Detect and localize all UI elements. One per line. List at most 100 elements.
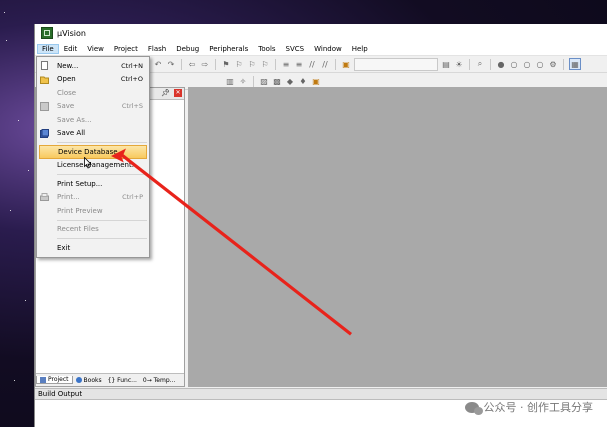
menu-view[interactable]: View	[82, 44, 109, 54]
menu-item-shortcut: Ctrl+P	[122, 193, 143, 202]
redo-icon[interactable]: ↷	[166, 59, 176, 69]
menu-file[interactable]: File	[37, 43, 59, 54]
find-combo[interactable]	[354, 57, 438, 71]
toolbar-separator	[275, 58, 276, 70]
editor-area	[188, 87, 607, 387]
undo-icon[interactable]: ↶	[153, 59, 163, 69]
toolbar-separator	[181, 58, 182, 70]
breakpoint-icon[interactable]: ○	[509, 59, 519, 69]
menu-item-shortcut: Ctrl+O	[120, 75, 143, 84]
menu-item-shortcut: Ctrl+S	[121, 102, 143, 111]
books-icon	[75, 377, 82, 383]
next-bookmark-icon[interactable]: ⚐	[247, 59, 257, 69]
nav-forward-icon[interactable]: ⇨	[200, 59, 210, 69]
unindent-icon[interactable]: ≡	[294, 59, 304, 69]
pin-icon[interactable]: 📌︎	[161, 89, 170, 97]
toolbar-separator	[215, 58, 216, 70]
menu-edit[interactable]: Edit	[59, 44, 83, 54]
menu-separator	[57, 238, 147, 239]
toolbar-separator	[469, 58, 470, 70]
disable-breakpoint-icon[interactable]: ○	[522, 59, 532, 69]
menu-item-label: License Management...	[57, 161, 139, 170]
target-options-icon[interactable]: ▥	[225, 76, 235, 86]
uvision-app-icon	[41, 27, 53, 39]
kill-breakpoints-icon[interactable]: ○	[535, 59, 545, 69]
menu-separator	[57, 142, 147, 143]
toolbar-separator	[563, 58, 564, 70]
title-bar: µVision	[35, 24, 607, 42]
menu-item-print-setup[interactable]: Print Setup...	[37, 177, 149, 191]
menu-item-label: Exit	[57, 243, 71, 252]
tab-project-label: Project	[48, 376, 69, 383]
config-icon[interactable]: ⚙	[548, 59, 558, 69]
file-menu-dropdown: New... Ctrl+N Open Ctrl+O Close Save Ctr…	[36, 56, 150, 258]
tab-functions-label: {} Func...	[107, 376, 137, 384]
menu-item-save-all[interactable]: Save All	[37, 127, 149, 141]
menu-item-license-management[interactable]: License Management...	[37, 159, 149, 173]
find-icon[interactable]: ▤	[441, 59, 451, 69]
tab-books[interactable]: Books	[73, 377, 105, 384]
menu-item-print[interactable]: Print... Ctrl+P	[37, 191, 149, 205]
menu-separator	[57, 174, 147, 175]
menu-item-label: Device Database	[58, 147, 118, 156]
toolbar-separator	[335, 58, 336, 70]
tab-books-label: Books	[83, 376, 102, 384]
toolbar-separator	[490, 58, 491, 70]
prev-bookmark-icon[interactable]: ⚐	[234, 59, 244, 69]
window-layout-icon[interactable]: ▦	[569, 58, 581, 70]
file-extensions-icon[interactable]: ▨	[259, 76, 269, 86]
mouse-cursor-icon	[84, 157, 92, 169]
menu-item-save-as[interactable]: Save As...	[37, 113, 149, 127]
menu-project[interactable]: Project	[109, 44, 143, 54]
toolbar-separator	[253, 75, 254, 87]
tab-templates[interactable]: 0→ Temp...	[140, 377, 178, 384]
indent-icon[interactable]: ≡	[281, 59, 291, 69]
save-icon	[40, 101, 49, 111]
menu-item-label: Save All	[57, 129, 86, 138]
incremental-find-icon[interactable]: ☀	[454, 59, 464, 69]
menu-item-close[interactable]: Close	[37, 86, 149, 100]
menu-item-device-database[interactable]: Device Database	[39, 145, 147, 159]
menu-item-exit[interactable]: Exit	[37, 241, 149, 255]
menu-svcs[interactable]: SVCS	[281, 44, 310, 54]
save-all-icon	[40, 128, 49, 138]
menu-debug[interactable]: Debug	[171, 44, 204, 54]
manage-components-icon[interactable]: ▩	[272, 76, 282, 86]
close-icon[interactable]: ✕	[174, 89, 182, 97]
menu-item-save[interactable]: Save Ctrl+S	[37, 100, 149, 114]
menu-peripherals[interactable]: Peripherals	[204, 44, 253, 54]
menu-item-label: New...	[57, 61, 79, 70]
menu-help[interactable]: Help	[347, 44, 373, 54]
menu-item-shortcut: Ctrl+N	[121, 61, 143, 70]
rte-icon[interactable]: ▣	[311, 76, 321, 86]
new-file-icon	[40, 61, 49, 70]
clear-bookmarks-icon[interactable]: ⚐	[260, 59, 270, 69]
tab-project[interactable]: Project	[36, 376, 73, 384]
find-in-files-icon[interactable]: ▣	[341, 59, 351, 69]
watermark-text: 公众号 · 创作工具分享	[483, 401, 594, 414]
nav-back-icon[interactable]: ⇦	[187, 59, 197, 69]
menu-flash[interactable]: Flash	[143, 44, 171, 54]
menu-item-label: Print Setup...	[57, 179, 103, 188]
menu-item-label: Save As...	[57, 115, 92, 124]
project-icon	[40, 376, 46, 383]
menu-item-open[interactable]: Open Ctrl+O	[37, 73, 149, 87]
tab-templates-label: 0→ Temp...	[142, 376, 176, 384]
menu-bar: File Edit View Project Flash Debug Perip…	[35, 42, 607, 56]
bookmark-icon[interactable]: ⚑	[221, 59, 231, 69]
panel-tab-bar: Project Books {} Func... 0→ Temp...	[36, 373, 184, 386]
comment-icon[interactable]: //	[307, 59, 317, 69]
menu-window[interactable]: Window	[309, 44, 347, 54]
zoom-icon[interactable]: ⌕	[475, 59, 485, 69]
diamond-icon[interactable]: ◆	[285, 76, 295, 86]
tab-functions[interactable]: {} Func...	[105, 377, 140, 384]
pack-installer-icon[interactable]: ♦	[298, 76, 308, 86]
magic-wand-icon[interactable]: ✧	[238, 76, 248, 86]
menu-item-recent-files[interactable]: Recent Files	[37, 223, 149, 237]
menu-tools[interactable]: Tools	[253, 44, 280, 54]
menu-item-new[interactable]: New... Ctrl+N	[37, 59, 149, 73]
start-debug-icon[interactable]: ●	[496, 59, 506, 69]
menu-item-print-preview[interactable]: Print Preview	[37, 204, 149, 218]
menu-separator	[57, 219, 147, 221]
uncomment-icon[interactable]: //	[320, 59, 330, 69]
